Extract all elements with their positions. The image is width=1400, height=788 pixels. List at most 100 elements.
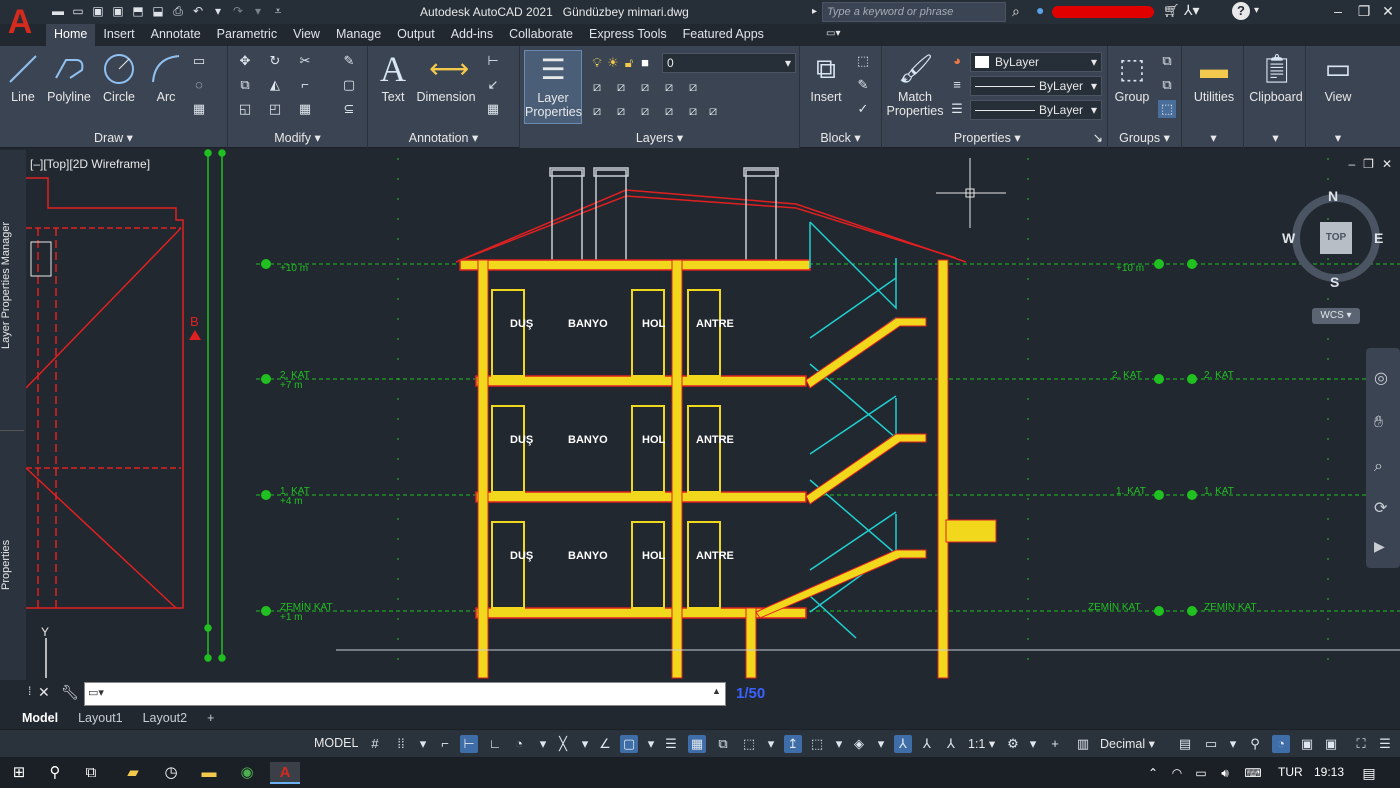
block-panel-label[interactable]: Block ▾ xyxy=(800,130,881,145)
infer-constraints-icon[interactable]: ⌐ xyxy=(436,735,454,753)
layer-copy-icon[interactable]: ⧄ xyxy=(612,102,630,120)
create-block-icon[interactable]: ⬚ xyxy=(854,52,872,70)
lineweight-toggle-icon[interactable]: ☰ xyxy=(662,735,680,753)
group-button[interactable]: ⬚ Group xyxy=(1112,52,1152,104)
snap-dropdown-icon[interactable]: ▾ xyxy=(414,735,432,753)
annotation-scale-dropdown[interactable]: 1:1 ▾ xyxy=(968,736,995,751)
user-icon[interactable]: ● xyxy=(1036,2,1052,20)
command-history-icon[interactable]: ▲ xyxy=(712,686,721,696)
units-dropdown[interactable]: Decimal ▾ xyxy=(1100,736,1155,751)
clock-app-icon[interactable]: ◷ xyxy=(160,762,182,784)
isometric-dropdown-icon[interactable]: ▾ xyxy=(576,735,594,753)
wifi-icon[interactable]: ◠ xyxy=(1166,762,1188,784)
save-icon[interactable]: ▣ xyxy=(90,3,106,19)
command-input[interactable] xyxy=(84,682,726,706)
windows-start-icon[interactable]: ⊞ xyxy=(8,762,30,784)
command-line-customize-icon[interactable]: 🔧︎ xyxy=(61,684,79,701)
modify-panel-label[interactable]: Modify ▾ xyxy=(228,130,367,145)
insert-button[interactable]: ⧉ Insert xyxy=(804,52,848,104)
tab-manage[interactable]: Manage xyxy=(328,24,389,46)
dimension-button[interactable]: ⟷ Dimension xyxy=(414,52,478,104)
layer-merge-icon[interactable]: ⧄ xyxy=(660,102,678,120)
fullscreen-icon[interactable]: ⛶ xyxy=(1352,735,1370,753)
cart-icon[interactable]: 🛒︎ xyxy=(1163,3,1180,19)
customize-qat-icon[interactable]: ⩡ xyxy=(270,3,286,19)
steering-wheel-icon[interactable]: ◎ xyxy=(1374,368,1388,388)
layer-match-icon[interactable]: ⧄ xyxy=(684,78,702,96)
ungroup-icon[interactable]: ⧉ xyxy=(1158,52,1176,70)
leader-icon[interactable]: ↙ xyxy=(484,76,502,94)
model-space-button[interactable]: MODEL xyxy=(314,736,358,750)
speaker-icon[interactable]: 🔊︎ xyxy=(1214,762,1236,784)
gizmo-dropdown-icon[interactable]: ▾ xyxy=(872,735,890,753)
linetype-dropdown[interactable]: ByLayer ▾ xyxy=(970,100,1102,120)
selection-filter-icon[interactable]: ⬚ xyxy=(808,735,826,753)
viewport-minimize-icon[interactable]: – xyxy=(1348,157,1355,171)
groups-panel-label[interactable]: Groups ▾ xyxy=(1108,130,1181,145)
command-line-grip[interactable]: ⁞ xyxy=(28,684,31,698)
quick-properties-icon[interactable]: ▤ xyxy=(1176,735,1194,753)
layer-dropdown[interactable]: 0 ▾ xyxy=(662,53,796,73)
print-icon[interactable]: ⎙ xyxy=(170,3,186,19)
properties-panel-label[interactable]: Properties ▾ ↘ xyxy=(882,130,1107,145)
linear-dim-icon[interactable]: ⊢ xyxy=(484,52,502,70)
offset-icon[interactable]: ⊆ xyxy=(340,100,358,118)
dynamic-input-icon[interactable]: ⊢ xyxy=(460,735,478,753)
gizmo-icon[interactable]: ◈ xyxy=(850,735,868,753)
utilities-dropdown-icon[interactable]: ▾ xyxy=(1184,130,1243,145)
3d-osnap-dropdown-icon[interactable]: ▾ xyxy=(762,735,780,753)
notifications-icon[interactable]: ▤ xyxy=(1358,762,1380,784)
units-icon[interactable]: ▥ xyxy=(1074,735,1092,753)
cloud-open-icon[interactable]: ⬒ xyxy=(130,3,146,19)
object-snap-icon[interactable]: ▢ xyxy=(620,735,638,753)
ime-icon[interactable]: ⌨ xyxy=(1242,762,1264,784)
grid-icon[interactable]: # xyxy=(366,735,384,753)
viewport-close-icon[interactable]: ✕ xyxy=(1382,157,1392,171)
fillet-icon[interactable]: ⌐ xyxy=(296,76,314,94)
tab-addins[interactable]: Add-ins xyxy=(443,24,501,46)
tray-overflow-icon[interactable]: ⌃ xyxy=(1142,762,1164,784)
linetype-icon[interactable]: ☰ xyxy=(948,100,966,118)
viewport-controls-label[interactable]: [–][Top][2D Wireframe] xyxy=(30,157,150,171)
auto-scale-icon[interactable]: ⅄ xyxy=(918,735,936,753)
stretch-icon[interactable]: ◱ xyxy=(236,100,254,118)
move-icon[interactable]: ✥ xyxy=(236,52,254,70)
new-file-icon[interactable]: ▬ xyxy=(50,3,66,19)
input-language[interactable]: TUR xyxy=(1278,765,1303,779)
ribbon-minimize-icon[interactable]: ▭▾ xyxy=(826,28,844,40)
selection-filter-dropdown-icon[interactable]: ▾ xyxy=(830,735,848,753)
clipboard-button[interactable]: 📋︎ Clipboard xyxy=(1248,52,1304,104)
arc-button[interactable]: Arc xyxy=(146,52,186,104)
viewcube[interactable]: TOP N S E W xyxy=(1282,188,1384,290)
layer-delete-icon[interactable]: ⧄ xyxy=(704,102,722,120)
annotation-scale-icon[interactable]: ⅄ xyxy=(942,735,960,753)
viewcube-top-face[interactable]: TOP xyxy=(1320,222,1352,254)
lock-ui-dropdown-icon[interactable]: ▾ xyxy=(1224,735,1242,753)
explode-icon[interactable]: ▢ xyxy=(340,76,358,94)
undo-icon[interactable]: ↶ xyxy=(190,3,206,19)
text-button[interactable]: A Text xyxy=(376,51,410,104)
workspace-dropdown-icon[interactable]: ▾ xyxy=(1024,735,1042,753)
trim-icon[interactable]: ✂ xyxy=(296,52,314,70)
layer-isolate-icon[interactable]: ⧄ xyxy=(588,78,606,96)
lineweight-dropdown[interactable]: ByLayer ▾ xyxy=(970,76,1102,96)
open-folder-icon[interactable]: ▭ xyxy=(70,3,86,19)
clean-screen-icon[interactable]: ▣ xyxy=(1322,735,1340,753)
lineweight-icon[interactable]: ≡ xyxy=(948,76,966,94)
mirror-icon[interactable]: ◭ xyxy=(266,76,284,94)
viewcube-east[interactable]: E xyxy=(1374,230,1383,246)
layers-panel-label[interactable]: Layers ▾ xyxy=(520,130,799,145)
zoom-extents-icon[interactable]: ⌕ xyxy=(1374,458,1383,476)
array-icon[interactable]: ▦ xyxy=(296,100,314,118)
ortho-icon[interactable]: ∟ xyxy=(486,735,504,753)
tab-insert[interactable]: Insert xyxy=(95,24,142,46)
scale-icon[interactable]: ◰ xyxy=(266,100,284,118)
search-input[interactable]: Type a keyword or phrase xyxy=(822,2,1006,22)
autocad-taskbar-icon[interactable]: A xyxy=(270,762,300,784)
dynamic-ucs-icon[interactable]: ↥ xyxy=(784,735,802,753)
match-properties-button[interactable]: 🖌︎ Match Properties xyxy=(886,52,944,118)
pan-icon[interactable]: ✋︎ xyxy=(1374,414,1383,432)
task-view-icon[interactable]: ⧉ xyxy=(80,762,102,784)
layer-properties-manager-tab[interactable]: Layer Properties Manager xyxy=(0,210,24,360)
layer-previous-icon[interactable]: ⧄ xyxy=(684,102,702,120)
